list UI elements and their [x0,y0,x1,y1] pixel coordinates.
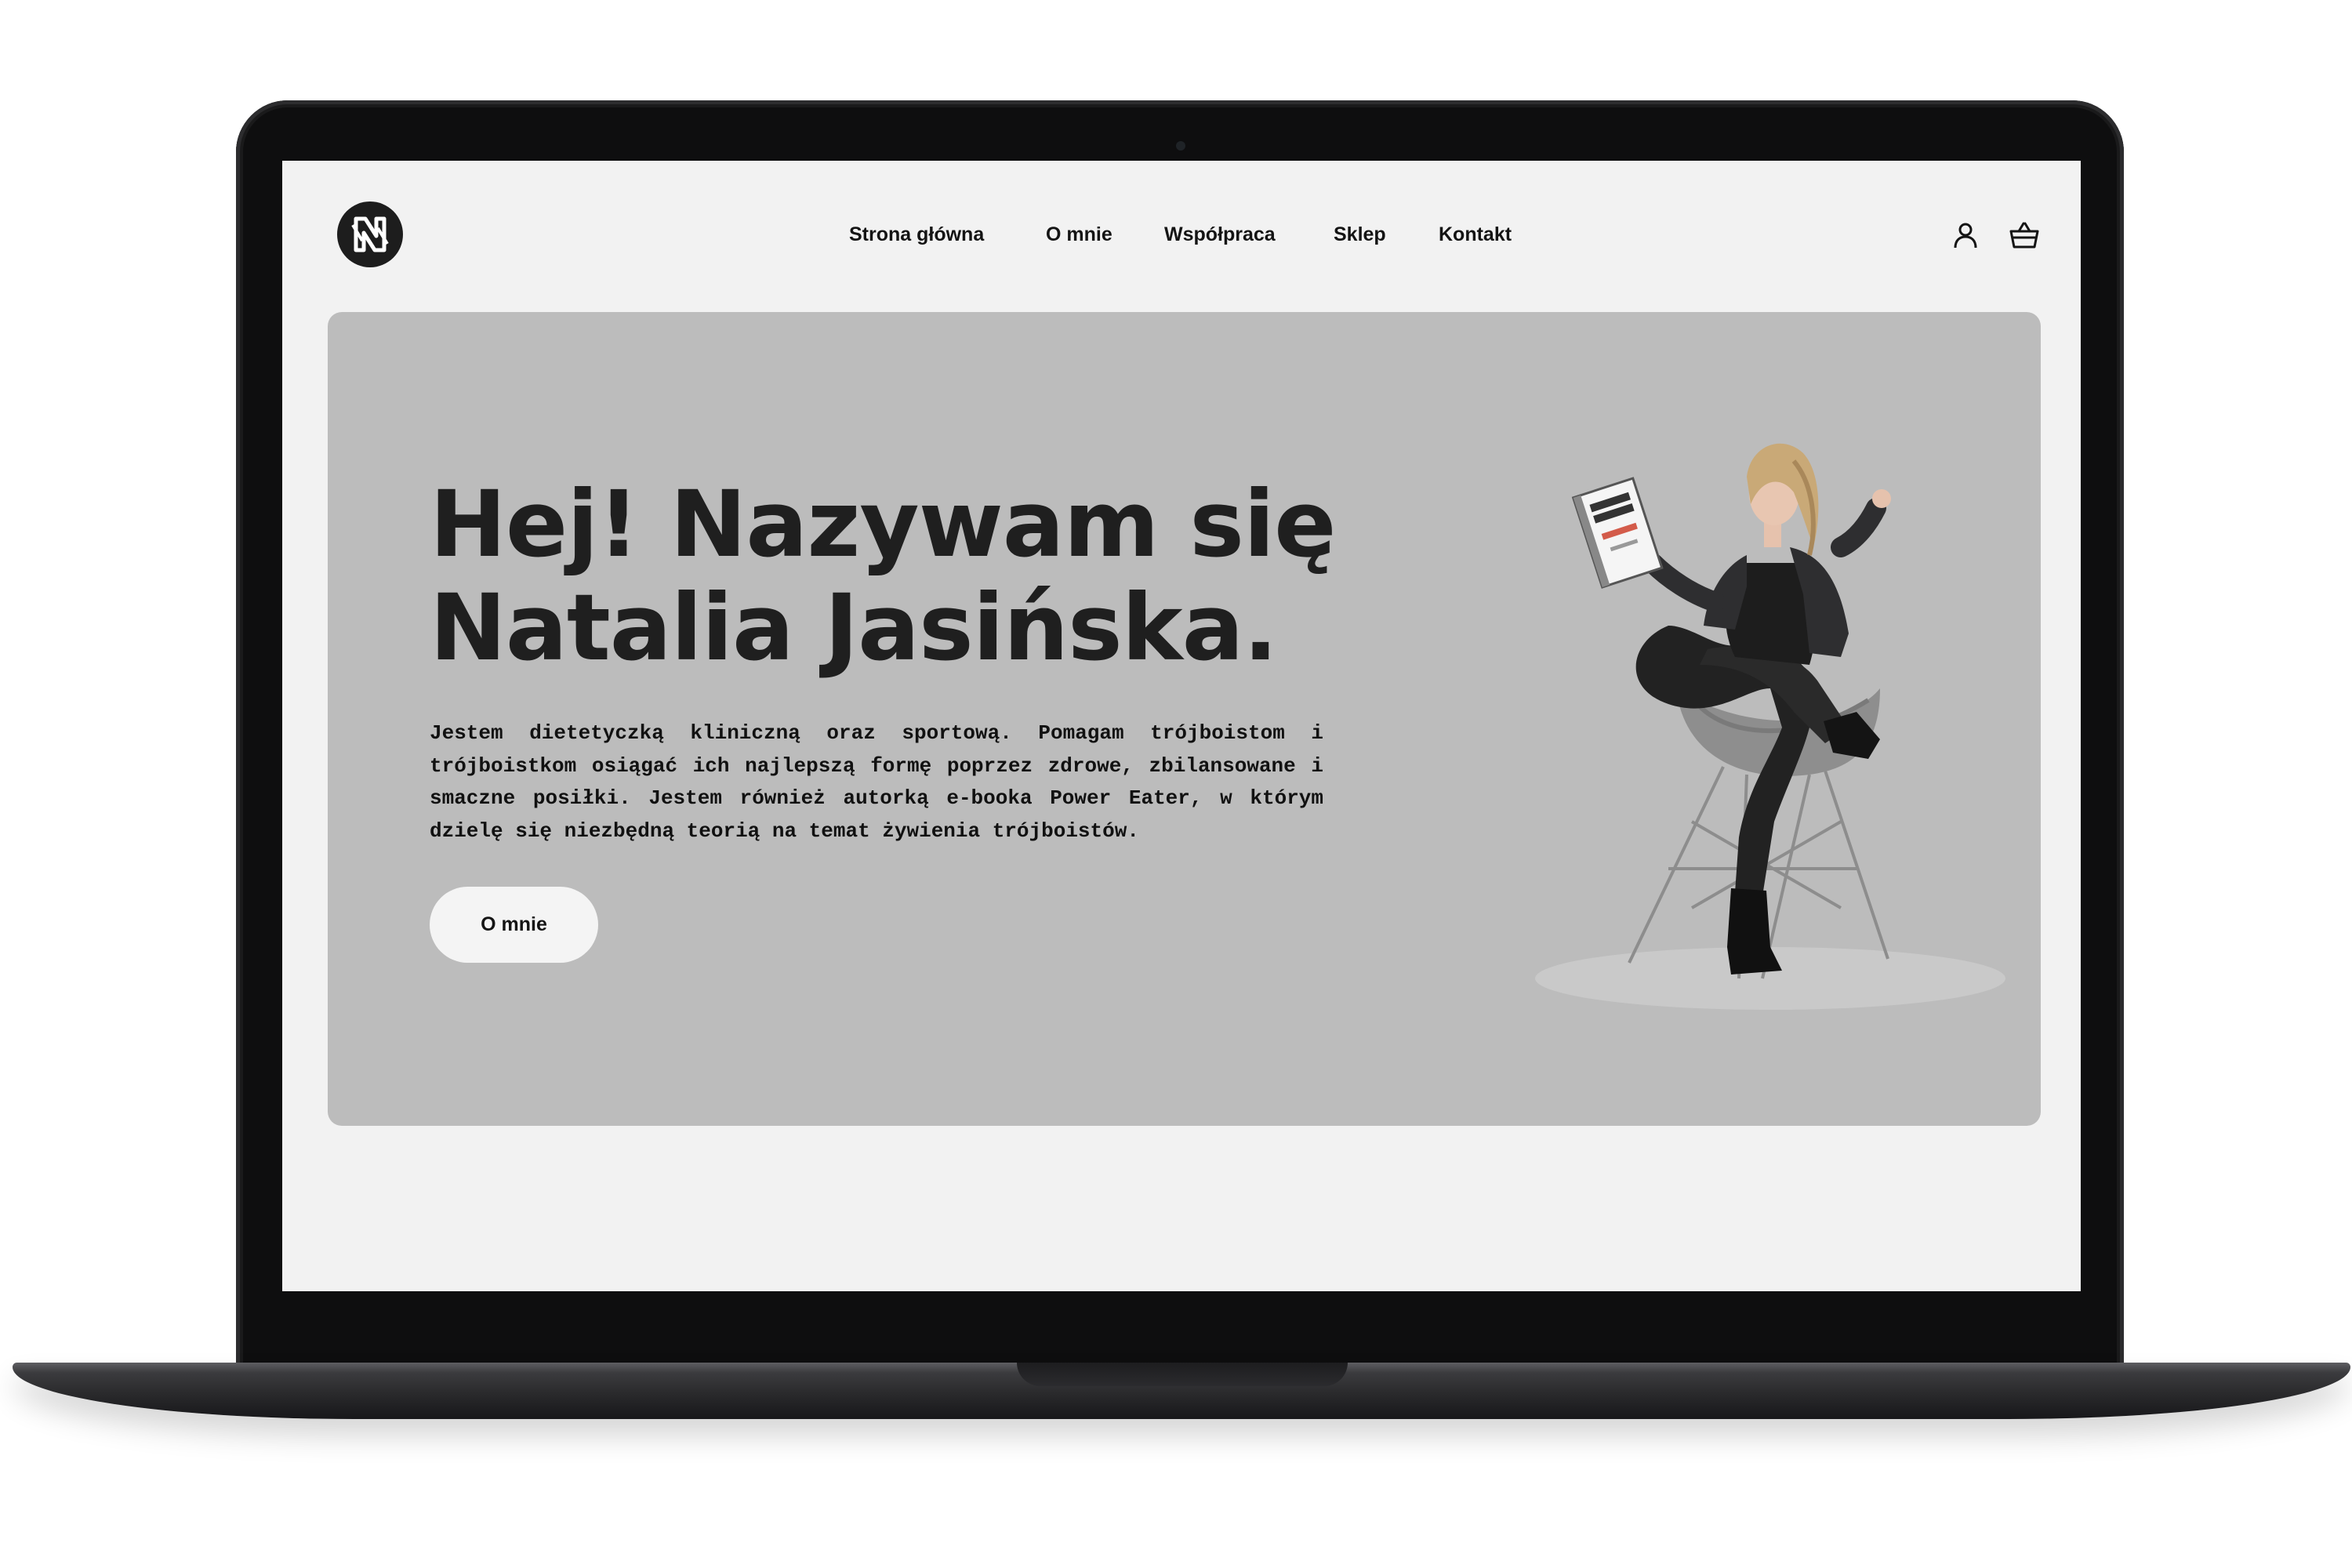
laptop-opening-notch [1017,1363,1348,1386]
nav-item-home[interactable]: Strona główna [849,223,984,246]
nav-item-contact[interactable]: Kontakt [1439,223,1512,246]
hero-heading-line-2: Natalia Jasińska. [430,574,1278,681]
site-header: Strona główna O mnie Współpraca Sklep Ko… [282,161,2081,310]
user-icon[interactable] [1951,220,1980,250]
nav-item-shop[interactable]: Sklep [1334,223,1386,246]
laptop-mockup: Strona główna O mnie Współpraca Sklep Ko… [0,0,2352,1568]
webcam [1176,141,1185,151]
browser-viewport: Strona główna O mnie Współpraca Sklep Ko… [282,161,2081,1291]
hero-heading-line-1: Hej! Nazywam się [430,470,1337,578]
basket-icon[interactable] [2009,220,2039,250]
logo-icon[interactable] [337,201,403,267]
hero-heading: Hej! Nazywam się Natalia Jasińska. [430,473,1449,680]
about-me-button[interactable]: O mnie [430,887,598,963]
hero-description: Jestem dietetyczką kliniczną oraz sporto… [430,721,1323,843]
nav-item-cooperation[interactable]: Współpraca [1164,223,1276,246]
nav-item-about[interactable]: O mnie [1046,223,1112,246]
woman-reading-book-on-chair-photo [1535,443,2005,1010]
hero-section: Hej! Nazywam się Natalia Jasińska. Jeste… [328,312,2041,1126]
